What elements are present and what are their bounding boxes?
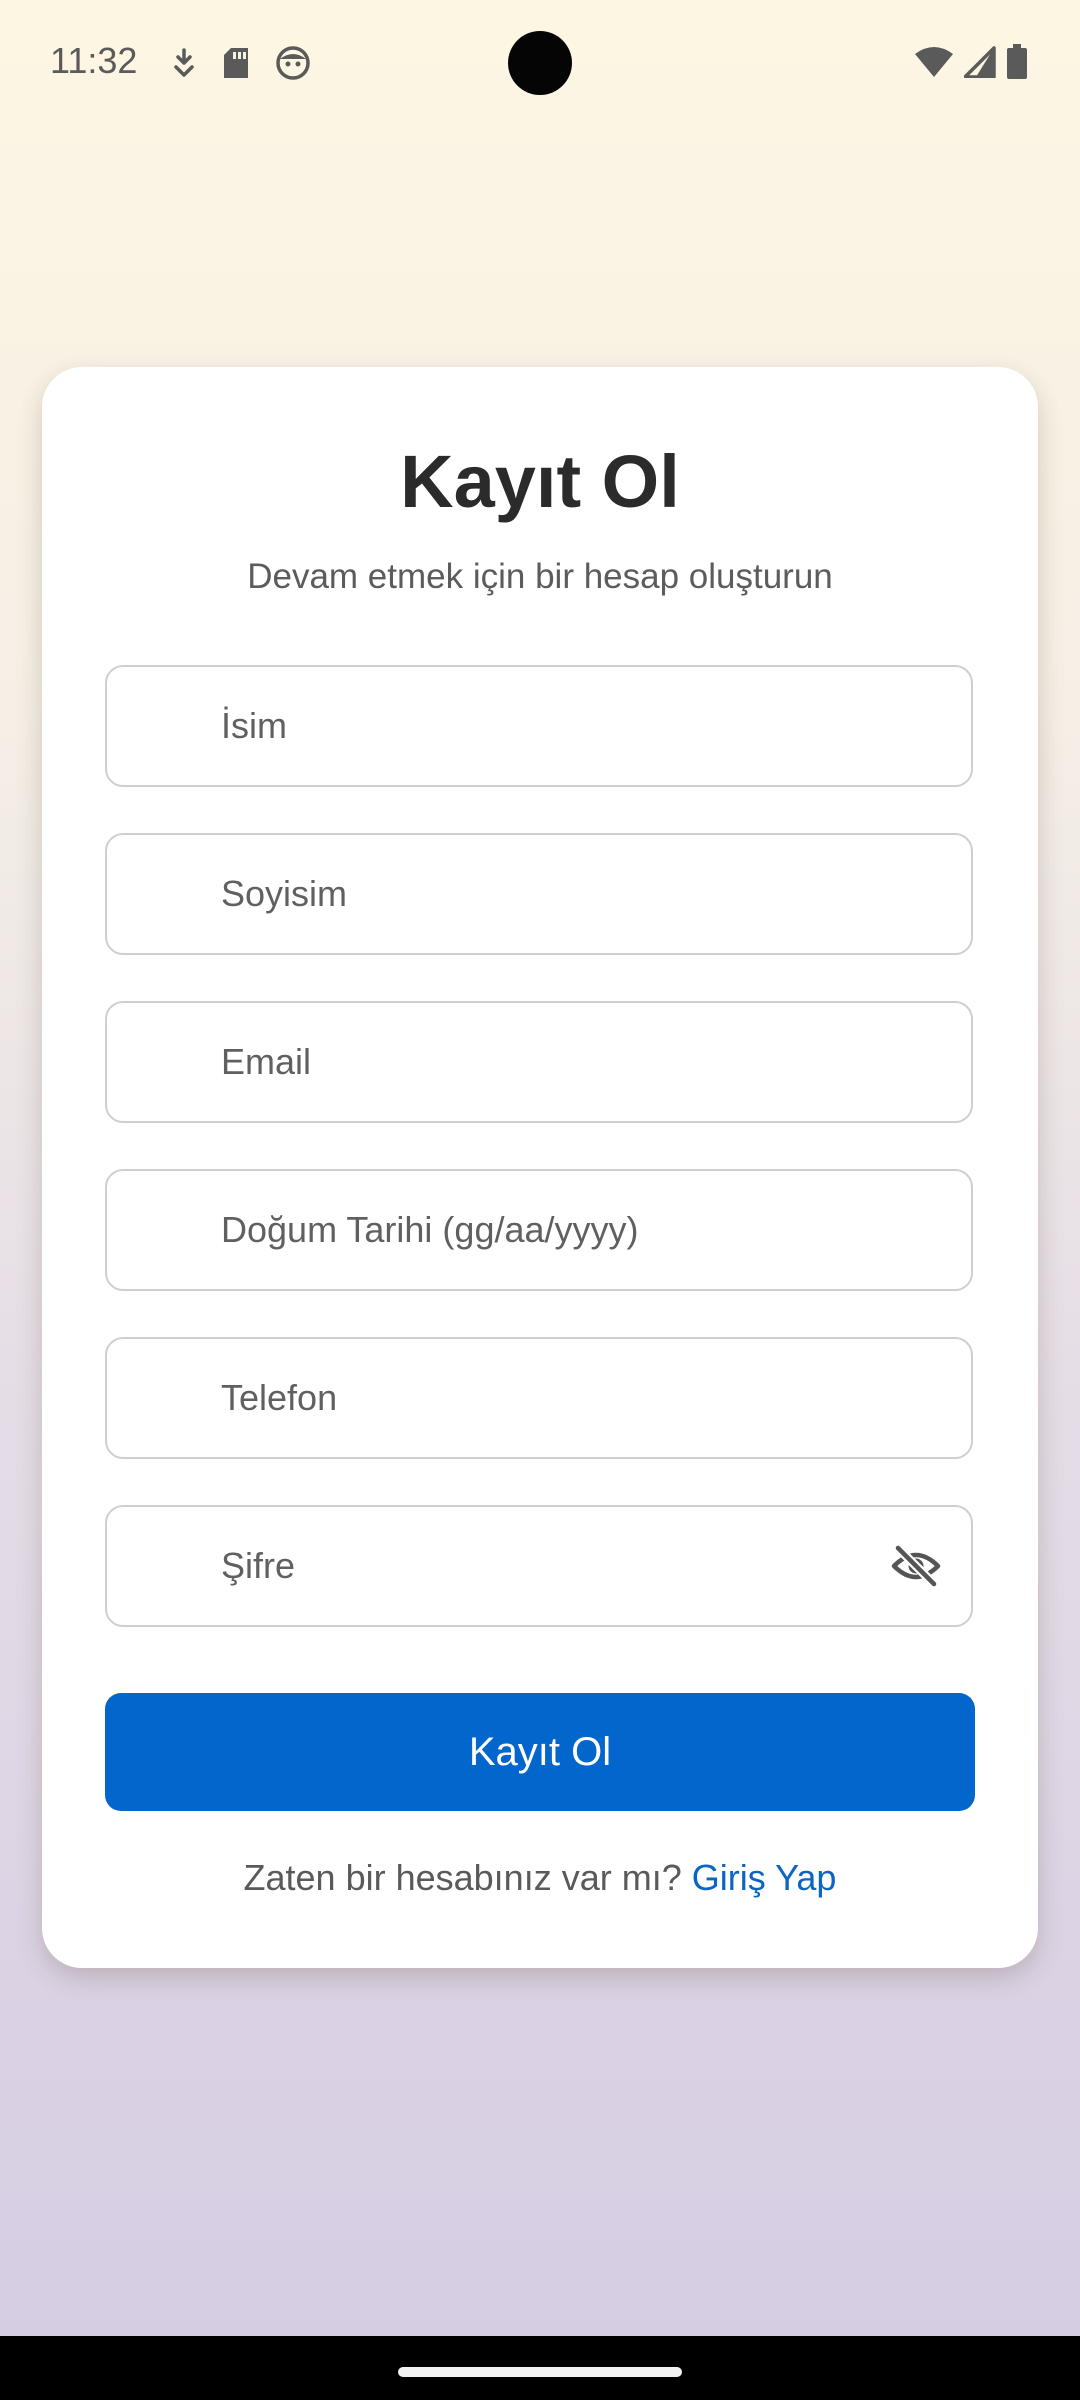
login-prompt-row: Zaten bir hesabınız var mı? Giriş Yap [42,1857,1038,1899]
birth-date-placeholder: Doğum Tarihi (gg/aa/yyyy) [221,1209,639,1250]
status-bar: 11:32 [0,0,1080,128]
eye-off-icon[interactable] [891,1544,941,1588]
home-indicator[interactable] [398,2367,682,2377]
email-placeholder: Email [221,1041,312,1082]
last-name-field[interactable]: Soyisim [105,833,973,955]
register-button[interactable]: Kayıt Ol [105,1693,975,1811]
password-placeholder: Şifre [221,1545,296,1586]
signal-icon [963,46,996,83]
battery-icon [1006,44,1028,85]
wifi-icon [914,46,954,83]
login-link[interactable]: Giriş Yap [692,1857,837,1898]
download-icon [172,48,196,78]
last-name-placeholder: Soyisim [221,873,348,914]
birth-date-field[interactable]: Doğum Tarihi (gg/aa/yyyy) [105,1169,973,1291]
face-icon [276,46,310,80]
page-title: Kayıt Ol [400,440,680,523]
register-card: Kayıt Ol Devam etmek için bir hesap oluş… [42,367,1038,1968]
camera-cutout [508,31,572,95]
phone-placeholder: Telefon [221,1377,338,1418]
status-system-icons [914,44,1028,85]
first-name-placeholder: İsim [221,705,287,746]
phone-field[interactable]: Telefon [105,1337,973,1459]
login-prompt-text: Zaten bir hesabınız var mı? [243,1857,692,1898]
status-time: 11:32 [50,40,138,81]
status-notification-icons [172,46,310,80]
email-field[interactable]: Email [105,1001,973,1123]
first-name-field[interactable]: İsim [105,665,973,787]
sd-card-icon [222,47,250,79]
password-field[interactable]: Şifre [105,1505,973,1627]
page-subtitle: Devam etmek için bir hesap oluşturun [247,557,833,596]
